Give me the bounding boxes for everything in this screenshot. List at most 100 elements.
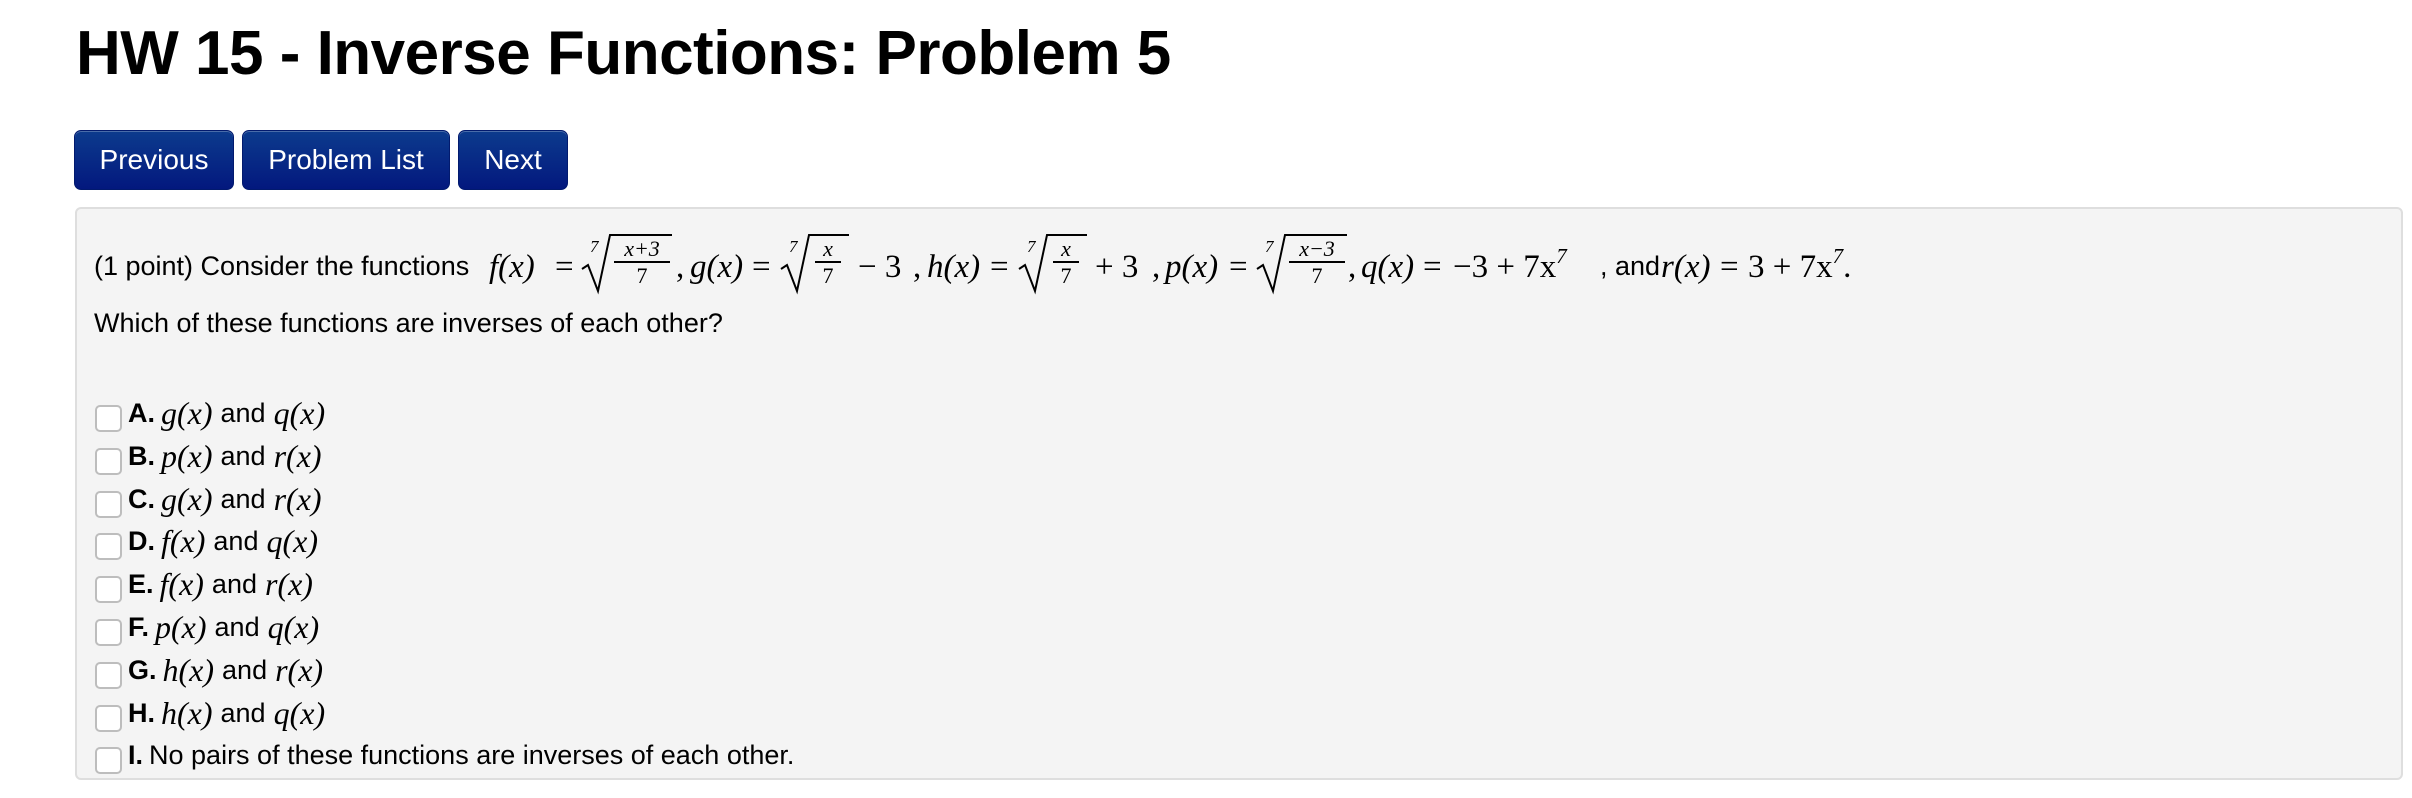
g-fraction: x 7 [815,237,841,289]
g-suffix: − 3 [858,249,902,285]
equals-sign: = [990,249,1009,285]
option-first-function: p(x) [161,438,213,474]
option-checkbox[interactable] [95,447,122,475]
option-second-function: r(x) [273,438,322,474]
option-checkbox[interactable] [95,704,122,732]
option-first-function: f(x) [159,566,204,602]
h-denominator: 7 [1060,263,1072,288]
r-expression: 3 + 7x7. [1748,246,1852,285]
radical-index: 7 [590,237,599,256]
option-second-function: r(x) [264,566,313,602]
problem-navigation: Previous Problem List Next [74,130,568,190]
option-conjunction: and [214,611,260,642]
option-letter: I. [128,739,144,770]
h-suffix: + 3 [1095,249,1139,285]
f-radical: 7 x+3 7 [580,231,672,295]
option-e[interactable]: E. f(x) and r(x) [95,563,313,605]
p-radical: 7 x−3 7 [1255,231,1347,295]
equals-sign: = [1423,249,1442,285]
option-second-function: q(x) [273,395,326,431]
equals-sign: = [1229,249,1248,285]
p-name: p(x) [1165,249,1219,285]
and-word: and [1615,251,1661,281]
g-denominator: 7 [822,263,834,288]
comma: , [676,249,685,285]
problem-list-button[interactable]: Problem List [242,130,450,190]
option-h[interactable]: H. h(x) and q(x) [95,692,325,734]
p-fraction: x−3 7 [1289,237,1345,289]
option-i[interactable]: I. No pairs of these functions are inver… [95,734,794,776]
option-conjunction: and [213,525,259,556]
h-numerator: x [1061,236,1071,261]
option-c[interactable]: C. g(x) and r(x) [95,478,322,520]
option-conjunction: and [222,654,268,685]
option-f[interactable]: F. p(x) and q(x) [95,606,319,648]
option-second-function: r(x) [275,652,324,688]
f-numerator: x+3 [624,236,660,261]
next-button[interactable]: Next [458,130,568,190]
option-conjunction: and [220,440,266,471]
option-letter: F. [128,611,150,642]
period: . [1843,249,1852,285]
h-radical: 7 x 7 [1017,231,1087,295]
h-fraction: x 7 [1053,237,1079,289]
page-title: HW 15 - Inverse Functions: Problem 5 [76,19,1171,88]
option-checkbox[interactable] [95,618,122,646]
equals-sign: = [555,249,574,285]
option-second-function: q(x) [266,523,318,559]
comma: , [1152,249,1161,285]
comma: , [1348,249,1357,285]
option-letter: E. [128,568,154,599]
intro-text: (1 point) Consider the functions [94,251,470,281]
r-base: 3 + 7x [1748,249,1833,285]
option-conjunction: and [211,568,257,599]
g-name: g(x) [690,249,744,285]
previous-button[interactable]: Previous [74,130,234,190]
r-name: r(x) [1661,249,1711,285]
radical-index: 7 [789,237,798,256]
option-second-function: r(x) [273,481,322,517]
g-radical: 7 x 7 [779,231,849,295]
option-second-function: q(x) [267,609,320,645]
option-a[interactable]: A. g(x) and q(x) [95,392,325,434]
option-checkbox[interactable] [95,490,122,518]
option-checkbox[interactable] [95,404,122,432]
problem-panel: (1 point) Consider the functions f(x) = … [75,207,2403,780]
option-letter: H. [128,697,155,728]
option-first-function: g(x) [161,395,213,431]
option-conjunction: and [220,397,266,428]
option-checkbox[interactable] [95,575,122,603]
option-checkbox[interactable] [95,661,122,689]
option-first-function: g(x) [161,481,213,517]
option-b[interactable]: B. p(x) and r(x) [95,435,322,477]
equals-sign: = [1720,249,1739,285]
option-first-function: h(x) [161,695,213,731]
question-text: Which of these functions are inverses of… [94,308,723,338]
f-name: f(x) [489,249,535,285]
g-numerator: x [823,236,833,261]
functions-statement: (1 point) Consider the functions f(x) = … [77,209,2401,309]
option-text: No pairs of these functions are inverses… [149,739,795,770]
option-letter: A. [128,397,155,428]
h-name: h(x) [927,249,981,285]
q-base: −3 + 7x [1453,249,1557,285]
option-checkbox[interactable] [95,746,122,774]
option-first-function: h(x) [162,652,215,688]
q-name: q(x) [1361,249,1415,285]
f-fraction: x+3 7 [614,237,670,289]
radical-index: 7 [1027,237,1036,256]
option-second-function: q(x) [273,695,326,731]
comma-and: , and [1600,251,1661,281]
f-denominator: 7 [636,263,648,288]
option-first-function: p(x) [155,609,207,645]
option-checkbox[interactable] [95,532,122,560]
p-numerator: x−3 [1299,236,1335,261]
option-first-function: f(x) [161,523,206,559]
option-letter: D. [128,525,155,556]
option-letter: B. [128,440,155,471]
radical-index: 7 [1265,237,1274,256]
option-g[interactable]: G. h(x) and r(x) [95,649,323,691]
comma: , [913,249,922,285]
q-expression: −3 + 7x7 [1453,246,1567,285]
option-d[interactable]: D. f(x) and q(x) [95,520,318,562]
